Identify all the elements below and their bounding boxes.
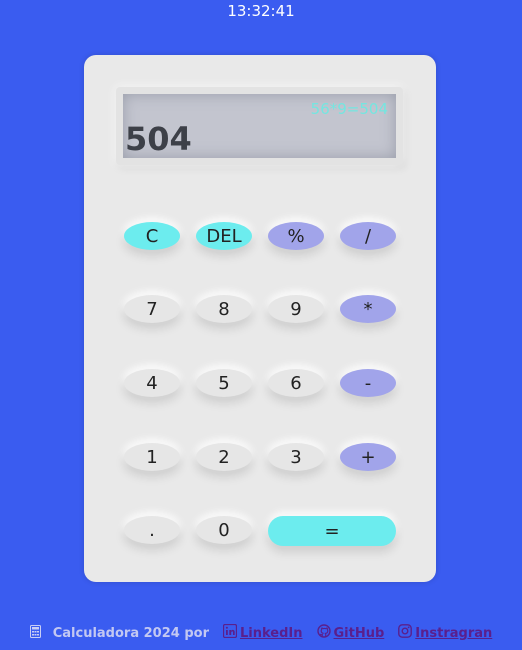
digit-2-button[interactable]: 2 <box>196 443 252 471</box>
digit-0-button[interactable]: 0 <box>196 516 252 544</box>
display-frame: 56*9=504 504 <box>116 87 403 165</box>
expression-display: 56*9=504 <box>310 100 388 118</box>
github-label: GitHub <box>333 625 385 641</box>
digit-6-button[interactable]: 6 <box>268 369 324 397</box>
delete-button[interactable]: DEL <box>196 222 252 250</box>
divide-button[interactable]: / <box>340 222 396 250</box>
instagram-icon <box>398 624 415 642</box>
github-link[interactable]: GitHub <box>316 624 385 642</box>
github-icon <box>316 624 334 642</box>
digit-5-button[interactable]: 5 <box>196 369 252 397</box>
clock: 13:32:41 <box>227 2 295 20</box>
calculator: 56*9=504 504 C DEL % / 7 8 9 * 4 5 6 - 1… <box>84 55 436 582</box>
calculator-icon <box>29 624 41 642</box>
equals-button[interactable]: = <box>268 516 396 546</box>
digit-7-button[interactable]: 7 <box>124 295 180 323</box>
digit-4-button[interactable]: 4 <box>124 369 180 397</box>
result-display: 504 <box>125 120 192 158</box>
footer: Calculadora 2024 por LinkedIn GitHub Ins… <box>0 623 522 642</box>
linkedin-icon <box>222 623 240 642</box>
digit-1-button[interactable]: 1 <box>124 443 180 471</box>
instagram-link[interactable]: Instragran <box>398 624 492 642</box>
digit-3-button[interactable]: 3 <box>268 443 324 471</box>
percent-button[interactable]: % <box>268 222 324 250</box>
linkedin-link[interactable]: LinkedIn <box>222 623 303 642</box>
minus-button[interactable]: - <box>340 369 396 397</box>
instagram-label: Instragran <box>415 625 493 641</box>
plus-button[interactable]: + <box>340 443 396 471</box>
multiply-button[interactable]: * <box>340 295 396 323</box>
footer-credit: Calculadora 2024 por <box>52 625 209 641</box>
display: 56*9=504 504 <box>123 94 396 158</box>
clear-button[interactable]: C <box>124 222 180 250</box>
digit-9-button[interactable]: 9 <box>268 295 324 323</box>
digit-8-button[interactable]: 8 <box>196 295 252 323</box>
decimal-point-button[interactable]: . <box>124 516 180 544</box>
linkedin-label: LinkedIn <box>239 625 303 641</box>
